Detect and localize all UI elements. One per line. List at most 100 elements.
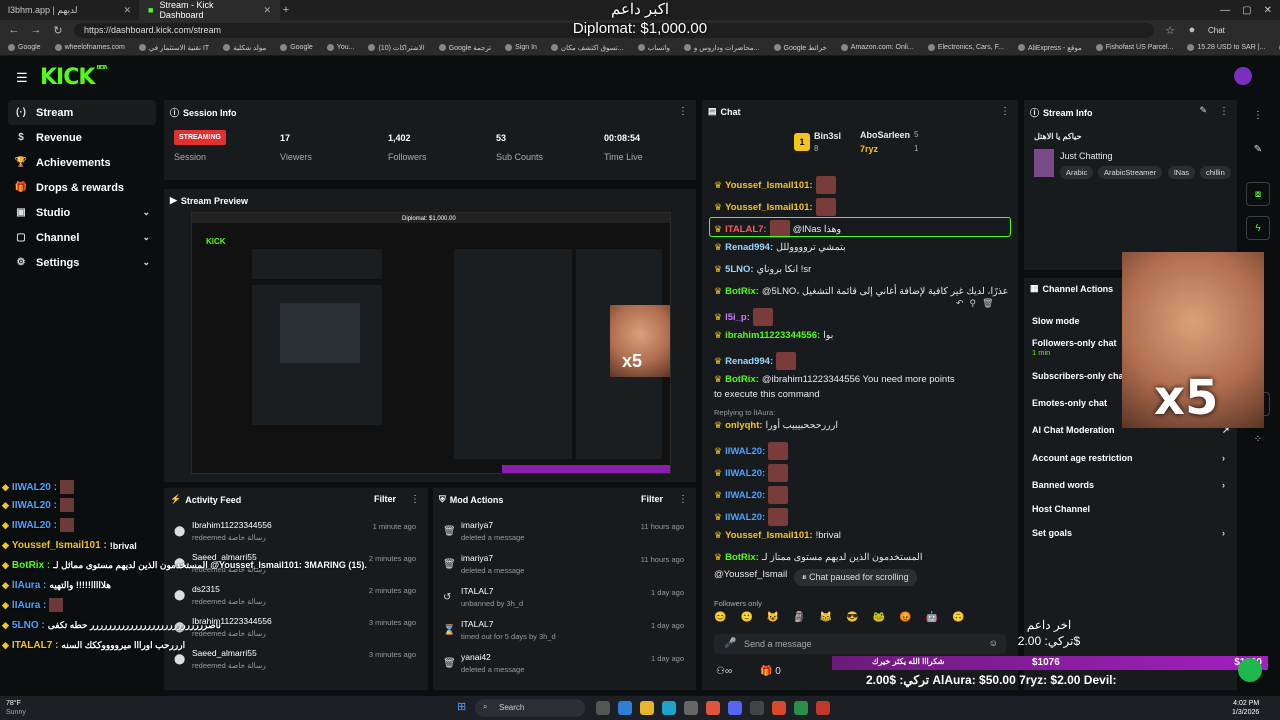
chevron-down-icon[interactable]: ⌄	[142, 207, 150, 218]
bookmark-item[interactable]: الاشتراكات (10)	[368, 44, 425, 52]
bookmark-item[interactable]: Google	[8, 44, 41, 51]
more-icon[interactable]: ⋮	[1219, 106, 1229, 117]
channel-action-emotes-only-chat[interactable]: Emotes-only chat	[1032, 398, 1107, 408]
chat-paused-pill[interactable]: ⏸ Chat paused for scrolling	[794, 569, 917, 586]
close-tab-icon[interactable]: ✕	[123, 5, 131, 16]
leader-1-name[interactable]: Bin3sl	[814, 131, 841, 141]
mod-action-user[interactable]: yanai42	[461, 652, 491, 662]
rail-bolt-icon[interactable]: ϟ	[1246, 216, 1270, 240]
channel-action-host-channel[interactable]: Host Channel	[1032, 504, 1090, 514]
tag-pill[interactable]: chillin	[1200, 166, 1231, 179]
sidebar-item-settings[interactable]: ⚙ Settings ⌄	[8, 250, 156, 275]
mod-action-item[interactable]: 🗑 imariya7 deleted a message 11 hours ago	[433, 520, 696, 552]
emote-icon[interactable]: 🗿	[793, 612, 805, 628]
chevron-right-icon[interactable]: ›	[1222, 453, 1225, 463]
bookmark-item[interactable]: Fishofast US Parcel...	[1095, 44, 1173, 51]
chevron-down-icon[interactable]: ⌄	[142, 232, 150, 243]
more-icon[interactable]: ⋮	[1000, 106, 1010, 117]
channel-action-banned-words[interactable]: Banned words ›	[1032, 480, 1225, 490]
filter-button[interactable]: Filter	[641, 494, 663, 504]
emote-bar[interactable]: 😊 🙂 😺 🗿 😹 😎 🐸 😡 🤖 🙃	[714, 612, 1010, 628]
emote-icon[interactable]: 🤖	[926, 612, 938, 628]
mod-action-user[interactable]: ITALAL7	[461, 619, 493, 629]
emote-icon[interactable]: 😺	[767, 612, 779, 628]
emote-icon[interactable]: 😎	[846, 612, 858, 628]
reload-icon[interactable]: ↻	[52, 24, 64, 37]
bookmark-item[interactable]: 15.28 USD to SAR |...	[1187, 44, 1265, 51]
mod-action-user[interactable]: imariya7	[461, 553, 493, 563]
new-tab-icon[interactable]: +	[280, 4, 292, 16]
chat-username[interactable]: Renad994:	[725, 356, 773, 367]
chevron-right-icon[interactable]: ›	[1222, 480, 1225, 490]
tag-pill[interactable]: lNas	[1168, 166, 1196, 179]
mod-action-item[interactable]: 🗑 imariya7 deleted a message 11 hours ago	[433, 553, 696, 585]
file-explorer-icon[interactable]	[640, 701, 654, 715]
activity-item[interactable]: ⬤ Ibrahim11223344556 redeemed رسالة خاصة 1 …	[164, 520, 428, 552]
edge-icon[interactable]	[662, 701, 676, 715]
channel-action-followers-only-chat[interactable]: Followers-only chat 1 min	[1032, 338, 1117, 357]
chat-username[interactable]: IIWAL20:	[725, 468, 765, 479]
stream-preview-video[interactable]: Diplomat: $1,000.00 KICK x5	[191, 212, 671, 474]
weather-widget[interactable]: 78°F Sunny	[6, 699, 26, 717]
app-icon[interactable]	[794, 701, 808, 715]
forward-icon[interactable]: →	[30, 24, 42, 36]
filter-button[interactable]: Filter	[374, 494, 396, 504]
bookmark-item[interactable]: Google ترجمة	[438, 44, 491, 52]
clock[interactable]: 4:02 PM 1/3/2026	[1232, 699, 1259, 717]
activity-user[interactable]: ds2315	[192, 584, 220, 594]
sidebar-item-achievements[interactable]: 🏆 Achievements	[8, 150, 156, 175]
bookmark-item[interactable]: Google خرائط	[773, 44, 827, 52]
close-tab-icon[interactable]: ✕	[263, 5, 271, 16]
more-icon[interactable]: ⋮	[410, 494, 420, 505]
chat-username[interactable]: Youssef_Ismail101:	[725, 202, 812, 213]
activity-item[interactable]: ⬤ ds2315 redeemed رسالة خاصة 2 minutes ago	[164, 584, 428, 616]
channel-action-subscribers-only-chat[interactable]: Subscribers-only chat	[1032, 371, 1127, 381]
channel-action-slow-mode[interactable]: Slow mode	[1032, 316, 1080, 326]
sidebar-item-revenue[interactable]: $ Revenue	[8, 125, 156, 150]
mod-action-item[interactable]: ⌛ ITALAL7 timed out for 5 days by 3h_d 1 da…	[433, 619, 696, 651]
emoji-icon[interactable]: ☺	[989, 638, 998, 648]
sidebar-item-stream[interactable]: (·) Stream	[8, 100, 156, 125]
mod-action-user[interactable]: imariya7	[461, 520, 493, 530]
taskbar-search[interactable]: ⌕ Search	[475, 699, 585, 717]
chat-username[interactable]: Renad994:	[725, 242, 773, 253]
sidebar-item-drops-rewards[interactable]: 🎁 Drops & rewards	[8, 175, 156, 200]
activity-user[interactable]: Saeed_almarri55	[192, 648, 257, 658]
chrome-icon[interactable]	[816, 701, 830, 715]
app-icon[interactable]	[772, 701, 786, 715]
mod-action-item[interactable]: 🗑 yanai42 deleted a message 1 day ago	[433, 652, 696, 684]
bookmark-item[interactable]: تسوق اكتشف مكان...	[550, 44, 624, 52]
bookmark-item[interactable]: AliExpress - موقع	[1017, 44, 1082, 52]
tag-pill[interactable]: ArabicStreamer	[1098, 166, 1163, 179]
chat-username[interactable]: onlyqht:	[725, 420, 762, 431]
bookmark-item[interactable]: واتساب	[637, 44, 670, 52]
leader-3-name[interactable]: 7ryz	[860, 144, 878, 154]
chat-username[interactable]: 5LNO:	[725, 264, 754, 275]
emote-icon[interactable]: 🐸	[873, 612, 885, 628]
chat-username[interactable]: Youssef_Ismail101:	[725, 530, 812, 541]
bookmark-item[interactable]: محاضرات وداروس و...	[683, 44, 760, 52]
emote-icon[interactable]: 😹	[820, 612, 832, 628]
close-window-icon[interactable]: ✕	[1264, 5, 1272, 16]
chat-username[interactable]: l5i_p:	[725, 312, 750, 323]
more-icon[interactable]: ⋮	[1246, 106, 1270, 124]
edit-icon[interactable]: ✎	[1246, 140, 1270, 158]
star-icon[interactable]: ☆	[1164, 24, 1176, 37]
windows-start-icon[interactable]: ⊞	[457, 700, 466, 713]
mod-action-item[interactable]: ↺ ITALAL7 unbanned by 3h_d 1 day ago	[433, 586, 696, 618]
activity-item[interactable]: ⬤ Saeed_almarri55 redeemed رسالة خاصة 3 min…	[164, 648, 428, 680]
store-icon[interactable]	[684, 701, 698, 715]
chat-username[interactable]: BotRix:	[725, 286, 759, 297]
more-icon[interactable]: ⋮	[678, 106, 688, 117]
brave-icon[interactable]	[706, 701, 720, 715]
minimize-icon[interactable]: —	[1220, 5, 1230, 16]
chat-username[interactable]: IIWAL20:	[725, 512, 765, 523]
browser-tab-1[interactable]: l3bhm.app | لديهم ✕	[0, 0, 140, 20]
chat-username[interactable]: ibrahim11223344556:	[725, 330, 820, 341]
message-actions[interactable]: ↶⚲🗑	[956, 298, 1000, 309]
sidebar-item-studio[interactable]: ▣ Studio ⌄	[8, 200, 156, 225]
mic-icon[interactable]: 🎤	[724, 638, 736, 649]
discord-icon[interactable]	[728, 701, 742, 715]
channel-action-ai-chat-moderation[interactable]: AI Chat Moderation ↗	[1032, 425, 1230, 435]
bookmark-item[interactable]: Google	[280, 44, 313, 51]
